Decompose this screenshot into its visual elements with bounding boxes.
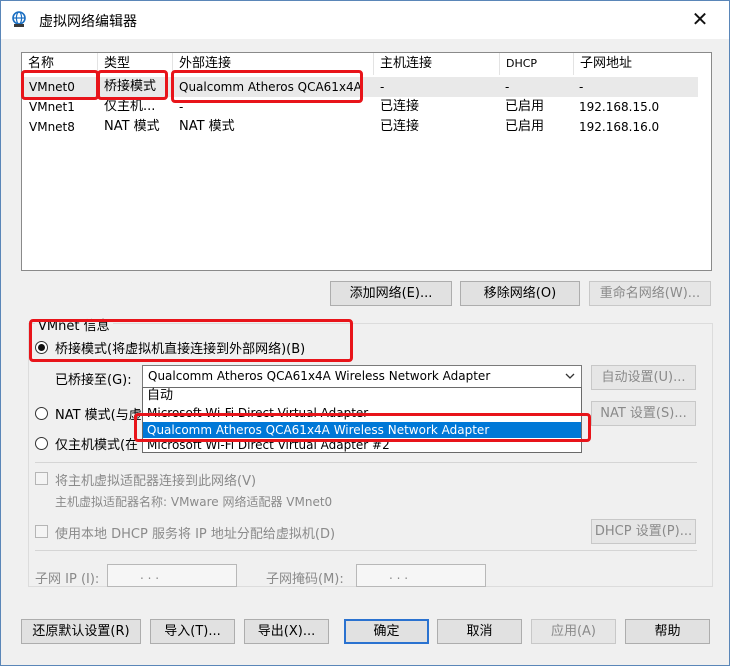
vmnet-info-group: [28, 323, 713, 587]
annotation-box-adapter: [134, 413, 591, 442]
dhcp-settings-button[interactable]: DHCP 设置(P)...: [591, 519, 696, 544]
cell-subnet: 192.168.15.0: [579, 100, 660, 114]
annotation-box-external: [171, 70, 363, 103]
cell-dhcp: 已启用: [505, 119, 545, 134]
virtual-network-editor-window: 虚拟网络编辑器 ✕ 名称 类型 外部连接 主机连接 DHCP 子网地址 VMne…: [0, 0, 730, 666]
cell-subnet: 192.168.16.0: [579, 120, 660, 134]
cell-subnet: -: [579, 80, 584, 94]
rename-network-button[interactable]: 重命名网络(W)...: [589, 281, 711, 306]
restore-defaults-button[interactable]: 还原默认设置(R): [21, 619, 141, 644]
cell-host: 已连接: [380, 99, 420, 114]
connect-host-adapter-label[interactable]: 将主机虚拟适配器连接到此网络(V): [55, 470, 256, 489]
cancel-button[interactable]: 取消: [437, 619, 522, 644]
auto-settings-button[interactable]: 自动设置(U)...: [591, 365, 696, 390]
connect-host-adapter-checkbox[interactable]: [35, 472, 48, 485]
cell-name: VMnet8: [29, 120, 75, 134]
cell-dhcp: 已启用: [505, 99, 545, 114]
group-divider: [35, 550, 697, 551]
bridged-to-value: Qualcomm Atheros QCA61x4A Wireless Netwo…: [148, 369, 491, 383]
table-row-vmnet8[interactable]: VMnet8 NAT 模式 NAT 模式 已连接 已启用 192.168.16.…: [23, 117, 698, 137]
network-globe-icon: [12, 11, 26, 27]
add-network-button[interactable]: 添加网络(E)...: [330, 281, 452, 306]
nat-mode-radio[interactable]: [35, 407, 48, 420]
annotation-box-bridged: [29, 319, 353, 362]
export-button[interactable]: 导出(X)...: [244, 619, 329, 644]
use-dhcp-checkbox[interactable]: [35, 525, 48, 538]
column-header-subnet[interactable]: 子网地址: [574, 53, 711, 75]
bridged-to-select[interactable]: Qualcomm Atheros QCA61x4A Wireless Netwo…: [142, 365, 582, 388]
cell-external: NAT 模式: [179, 119, 235, 134]
subnet-ip-label: 子网 IP (I):: [35, 572, 100, 587]
chevron-down-icon[interactable]: [563, 369, 577, 383]
title-bar: 虚拟网络编辑器 ✕: [1, 1, 729, 39]
cell-name: VMnet1: [29, 100, 75, 114]
subnet-mask-field[interactable]: . . .: [356, 564, 486, 587]
subnet-ip-field[interactable]: . . .: [107, 564, 237, 587]
ok-button[interactable]: 确定: [344, 619, 429, 644]
bridged-to-label: 已桥接至(G):: [55, 373, 132, 388]
nat-settings-button[interactable]: NAT 设置(S)...: [591, 401, 696, 426]
cell-dhcp: -: [505, 80, 510, 94]
annotation-box-vmnet0: [21, 70, 99, 100]
column-header-host[interactable]: 主机连接: [374, 53, 500, 75]
import-button[interactable]: 导入(T)...: [150, 619, 235, 644]
window-title: 虚拟网络编辑器: [39, 14, 137, 30]
cell-host: -: [380, 80, 385, 94]
host-adapter-name: 主机虚拟适配器名称: VMware 网络适配器 VMnet0: [55, 495, 333, 509]
host-only-radio[interactable]: [35, 437, 48, 450]
cell-type: NAT 模式: [104, 119, 160, 134]
annotation-box-type: [97, 70, 168, 100]
close-icon[interactable]: ✕: [689, 8, 711, 30]
dropdown-option-auto[interactable]: 自动: [143, 388, 581, 404]
use-dhcp-label[interactable]: 使用本地 DHCP 服务将 IP 地址分配给虚拟机(D): [55, 523, 335, 542]
column-header-dhcp[interactable]: DHCP: [500, 53, 574, 75]
cell-type: 仅主机...: [104, 99, 156, 114]
apply-button[interactable]: 应用(A): [531, 619, 616, 644]
host-only-label[interactable]: 仅主机模式(在: [55, 434, 138, 453]
remove-network-button[interactable]: 移除网络(O): [460, 281, 580, 306]
group-divider: [35, 462, 697, 463]
cell-host: 已连接: [380, 119, 420, 134]
subnet-mask-label: 子网掩码(M):: [266, 572, 344, 587]
help-button[interactable]: 帮助: [625, 619, 710, 644]
nat-mode-label[interactable]: NAT 模式(与虚: [55, 404, 142, 423]
